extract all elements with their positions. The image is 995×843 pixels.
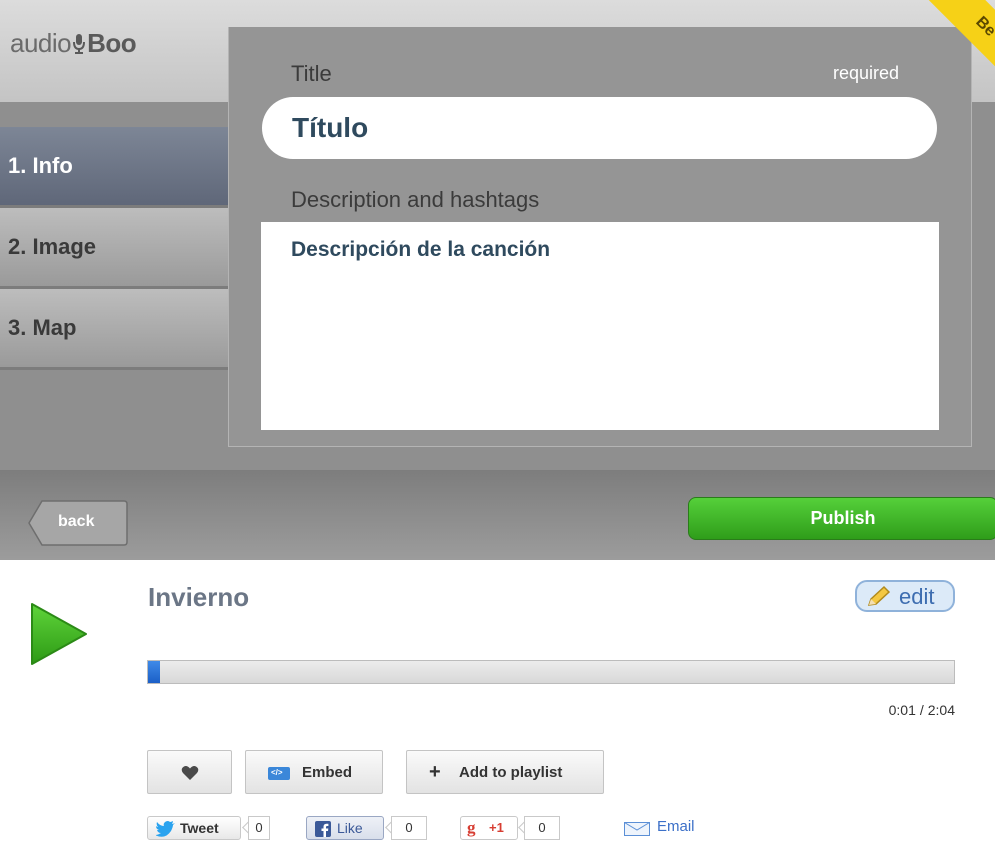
edit-button-label: edit <box>899 584 935 609</box>
favorite-button[interactable] <box>147 750 232 794</box>
email-link-label: Email <box>657 818 695 835</box>
logo-suffix: Boo <box>87 28 137 58</box>
facebook-like-button[interactable]: Like <box>306 816 384 840</box>
title-label: Title <box>291 61 332 86</box>
facebook-like-count: 0 <box>391 816 427 840</box>
google-plus-one-count: 0 <box>524 816 560 840</box>
description-label: Description and hashtags <box>291 187 540 212</box>
facebook-icon <box>315 821 331 837</box>
embed-button-label: Embed <box>302 764 353 781</box>
title-input[interactable] <box>262 97 937 159</box>
google-plus-one-button[interactable]: g +1 <box>460 816 518 840</box>
play-button[interactable] <box>28 600 90 668</box>
heart-icon <box>181 766 199 780</box>
sidebar-item-label: 1. Info <box>8 153 73 178</box>
logo-prefix: audio <box>10 28 72 58</box>
sidebar-item-label: 2. Image <box>8 234 97 259</box>
plus-icon: + <box>429 761 441 783</box>
audioboo-logo: audio Boo <box>10 28 137 59</box>
microphone-icon <box>72 31 86 54</box>
tweet-button[interactable]: Tweet <box>147 816 241 840</box>
sidebar-item-image[interactable]: 2. Image <box>0 208 228 289</box>
add-to-playlist-label: Add to playlist <box>459 764 563 781</box>
add-to-playlist-button[interactable]: + Add to playlist <box>406 750 604 794</box>
sidebar-item-label: 3. Map <box>8 315 77 340</box>
step-sidebar: 1. Info 2. Image 3. Map <box>0 127 228 370</box>
progress-bar[interactable] <box>147 660 955 684</box>
audioboo-upload-app: audio Boo 1. Info 2. Image 3. Map Title r… <box>0 0 995 560</box>
twitter-bird-icon <box>156 821 175 837</box>
edit-button[interactable]: edit <box>855 580 955 612</box>
sidebar-item-map[interactable]: 3. Map <box>0 289 228 370</box>
sidebar-item-info[interactable]: 1. Info <box>0 127 228 208</box>
time-separator: / <box>919 702 924 718</box>
back-button-label: back <box>58 513 95 530</box>
pencil-icon <box>867 585 891 606</box>
time-display: 0:01/2:04 <box>889 702 955 718</box>
required-label: required <box>832 63 899 83</box>
tweet-count: 0 <box>248 816 270 840</box>
embed-button[interactable]: </> Embed <box>245 750 383 794</box>
envelope-icon <box>624 822 650 836</box>
google-plus-one-label: +1 <box>489 820 504 835</box>
facebook-like-label: Like <box>337 820 363 836</box>
description-textarea[interactable] <box>261 222 939 430</box>
progress-fill <box>148 661 160 683</box>
publish-button[interactable]: Publish <box>688 497 995 540</box>
time-current: 0:01 <box>888 702 916 718</box>
tweet-button-label: Tweet <box>180 820 219 836</box>
back-button[interactable]: back <box>28 500 128 546</box>
embed-icon: </> <box>268 767 290 780</box>
time-total: 2:04 <box>927 702 955 718</box>
google-plus-icon: g <box>467 818 476 837</box>
info-form-panel: Title required Description and hashtags <box>228 27 972 447</box>
play-icon <box>31 603 87 665</box>
track-title: Invierno <box>148 582 250 612</box>
